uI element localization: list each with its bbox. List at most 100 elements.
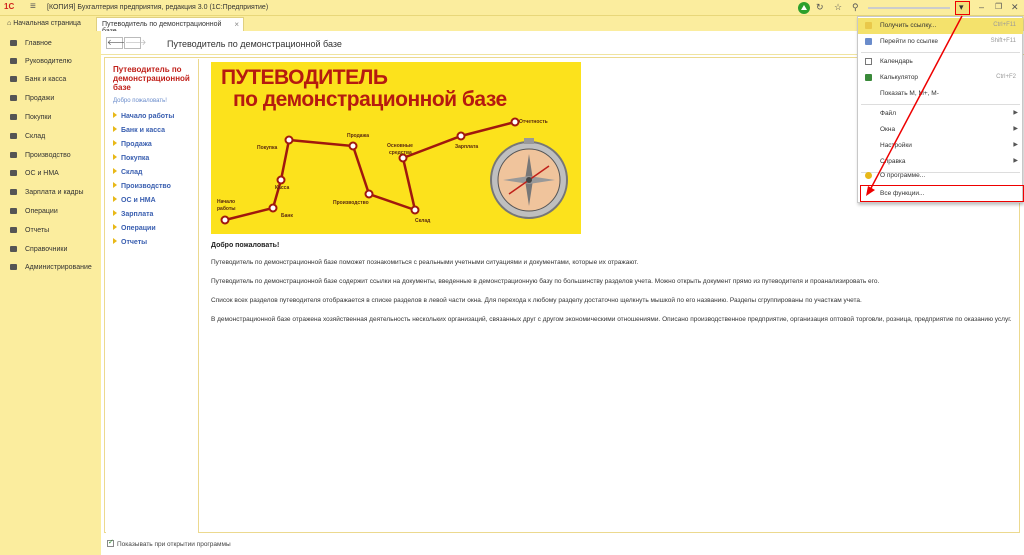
sidebar-item-main[interactable]: Главное bbox=[0, 34, 100, 52]
menu-item-label: Калькулятор bbox=[880, 74, 919, 81]
menu-icon bbox=[10, 40, 17, 46]
history-icon[interactable]: ↻ bbox=[816, 2, 824, 13]
submenu-arrow-icon: ▶ bbox=[1013, 110, 1018, 116]
menu-separator bbox=[861, 52, 1020, 53]
guide-section-purchase[interactable]: Покупка bbox=[113, 154, 149, 162]
banner-label-os1: Основные bbox=[387, 143, 413, 149]
tab-close-icon[interactable]: × bbox=[234, 20, 239, 29]
goto-link-icon bbox=[865, 38, 872, 45]
menu-item-calendar[interactable]: Календарь bbox=[858, 54, 1023, 70]
sidebar-item-label: Покупки bbox=[25, 113, 52, 121]
functions-dropdown-menu: Получить ссылку... Ctrl+F11 Перейти по с… bbox=[857, 16, 1024, 203]
banner-label-start1: Начало bbox=[217, 199, 236, 205]
back-button[interactable]: 🡐 bbox=[106, 37, 128, 49]
guide-section-warehouse[interactable]: Склад bbox=[113, 168, 142, 176]
banner-subtitle: по демонстрационной базе bbox=[233, 88, 507, 111]
menu-item-shortcut: Ctrl+F2 bbox=[996, 74, 1016, 80]
banner-label-proizvodstvo: Производство bbox=[333, 200, 369, 206]
menu-item-label: Настройки bbox=[880, 142, 912, 149]
functions-menu-button[interactable] bbox=[955, 1, 970, 15]
guide-section-sales[interactable]: Продажа bbox=[113, 140, 152, 148]
minimize-icon[interactable]: – bbox=[979, 2, 984, 12]
paragraph-1: Путеводитель по демонстрационной базе по… bbox=[211, 259, 639, 266]
menu-item-label: О программе... bbox=[880, 172, 926, 179]
guide-title: Путеводитель по демонстрационной базе bbox=[113, 65, 190, 92]
menu-item-memory[interactable]: Показать М, М+, М- bbox=[858, 86, 1023, 102]
sidebar-item-assets[interactable]: ОС и НМА bbox=[0, 164, 100, 182]
show-on-startup-checkbox[interactable] bbox=[107, 538, 114, 547]
menu-item-goto-link[interactable]: Перейти по ссылке Shift+F11 bbox=[858, 34, 1023, 50]
menu-item-calculator[interactable]: Калькулятор Ctrl+F2 bbox=[858, 70, 1023, 86]
favorites-icon[interactable]: ☆ bbox=[834, 2, 842, 13]
menu-item-label: Файл bbox=[880, 110, 896, 117]
warehouse-icon bbox=[10, 133, 17, 139]
sidebar-item-reports[interactable]: Отчеты bbox=[0, 221, 100, 239]
sidebar-item-production[interactable]: Производство bbox=[0, 146, 100, 164]
sidebar-item-operations[interactable]: Операции bbox=[0, 202, 100, 220]
people-icon bbox=[10, 189, 17, 195]
info-icon bbox=[865, 172, 872, 179]
sidebar-item-purchases[interactable]: Покупки bbox=[0, 108, 100, 126]
link-icon bbox=[865, 22, 872, 29]
menu-item-file[interactable]: Файл ▶ bbox=[858, 106, 1023, 122]
tab-guide[interactable]: Путеводитель по демонстрационной базе × bbox=[96, 17, 244, 35]
restore-icon[interactable]: ❐ bbox=[995, 2, 1002, 11]
menu-item-label: Окна bbox=[880, 126, 896, 133]
menu-item-shortcut: Shift+F11 bbox=[990, 38, 1016, 44]
assets-icon bbox=[10, 170, 17, 176]
menu-item-label: Получить ссылку... bbox=[880, 22, 937, 29]
sidebar-item-label: Руководителю bbox=[25, 57, 72, 65]
submenu-arrow-icon: ▶ bbox=[1013, 142, 1018, 148]
main-menu-icon[interactable]: ≡ bbox=[30, 1, 36, 12]
guide-section-start[interactable]: Начало работы bbox=[113, 112, 174, 120]
calendar-icon bbox=[865, 58, 872, 65]
sidebar-item-admin[interactable]: Администрирование bbox=[0, 258, 100, 276]
gear-icon bbox=[10, 264, 17, 270]
guide-section-production[interactable]: Производство bbox=[113, 182, 171, 190]
paragraph-2: Путеводитель по демонстрационной базе со… bbox=[211, 278, 880, 285]
bank-icon bbox=[10, 76, 17, 82]
guide-section-assets[interactable]: ОС и НМА bbox=[113, 196, 156, 204]
sidebar-item-bank[interactable]: Банк и касса bbox=[0, 70, 100, 88]
sidebar-item-sales[interactable]: Продажи bbox=[0, 89, 100, 107]
sidebar-item-catalogs[interactable]: Справочники bbox=[0, 240, 100, 258]
sidebar-item-label: Операции bbox=[25, 207, 58, 215]
sidebar-item-label: Банк и касса bbox=[25, 75, 67, 83]
guide-text: Добро пожаловать! Путеводитель по демонс… bbox=[211, 242, 1017, 334]
guide-welcome-link[interactable]: Добро пожаловать! bbox=[113, 98, 167, 104]
sidebar-item-warehouse[interactable]: Склад bbox=[0, 127, 100, 145]
search-input[interactable] bbox=[868, 7, 950, 9]
forward-button[interactable]: 🡒 bbox=[124, 37, 146, 49]
form-footer: Показывать при открытии программы bbox=[101, 537, 1024, 555]
sidebar-item-salary[interactable]: Зарплата и кадры bbox=[0, 183, 100, 201]
menu-item-get-link[interactable]: Получить ссылку... Ctrl+F11 bbox=[858, 18, 1023, 34]
guide-section-reports[interactable]: Отчеты bbox=[113, 238, 147, 246]
sidebar-item-label: Продажи bbox=[25, 94, 55, 102]
guide-section-operations[interactable]: Операции bbox=[113, 224, 156, 232]
factory-icon bbox=[10, 152, 17, 158]
cart-icon bbox=[10, 95, 17, 101]
notifications-icon[interactable] bbox=[798, 2, 810, 14]
guide-section-salary[interactable]: Зарплата bbox=[113, 210, 153, 218]
chart-icon bbox=[10, 58, 17, 64]
tab-home[interactable]: ⌂ Начальная страница bbox=[2, 17, 94, 31]
guide-banner: ПУТЕВОДИТЕЛЬ по демонстрационной базе На… bbox=[211, 62, 581, 234]
form-title: Путеводитель по демонстрационной базе bbox=[167, 39, 342, 49]
sidebar-item-label: Зарплата и кадры bbox=[25, 188, 84, 196]
menu-item-settings[interactable]: Настройки ▶ bbox=[858, 138, 1023, 154]
sidebar-item-label: Администрирование bbox=[25, 263, 92, 271]
guide-section-bank[interactable]: Банк и касса bbox=[113, 126, 165, 134]
sidebar-item-label: Справочники bbox=[25, 245, 68, 253]
sidebar-item-director[interactable]: Руководителю bbox=[0, 52, 100, 70]
menu-item-label: Показать М, М+, М- bbox=[880, 90, 939, 97]
banner-label-prodazha: Продажа bbox=[347, 133, 369, 139]
sidebar-item-label: Склад bbox=[25, 132, 46, 140]
search-icon[interactable]: ⚲ bbox=[852, 2, 859, 13]
close-icon[interactable]: ✕ bbox=[1011, 2, 1019, 13]
menu-item-windows[interactable]: Окна ▶ bbox=[858, 122, 1023, 138]
submenu-arrow-icon: ▶ bbox=[1013, 126, 1018, 132]
sidebar-item-label: Отчеты bbox=[25, 226, 50, 234]
title-bar: 1С ≡ [КОПИЯ] Бухгалтерия предприятия, ре… bbox=[0, 0, 1024, 16]
books-icon bbox=[10, 246, 17, 252]
menu-item-about[interactable]: О программе... bbox=[858, 168, 1023, 184]
